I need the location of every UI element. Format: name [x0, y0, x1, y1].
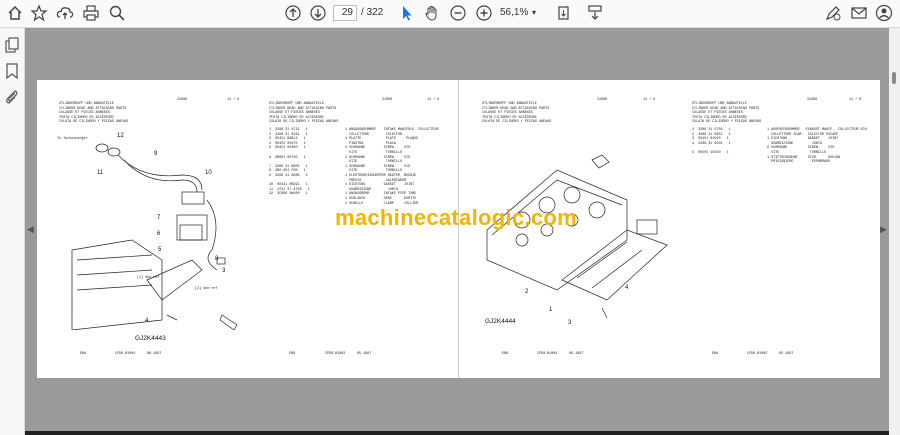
page-up-icon[interactable] [284, 4, 302, 22]
page-down-icon[interactable] [309, 4, 327, 22]
engine-diagram-left [71, 143, 238, 330]
right-header-sheet: 11 / 8 [643, 98, 656, 102]
callout-10: 10 [205, 170, 212, 176]
print-icon[interactable] [82, 4, 100, 22]
zoom-level-select[interactable]: 56,1% ▾ [500, 5, 540, 21]
sign-pen-icon[interactable] [824, 4, 842, 22]
chevron-down-icon: ▾ [532, 8, 537, 17]
thumbnails-icon[interactable] [3, 36, 21, 54]
footer-left-2: CPD0-B1004 [115, 352, 136, 356]
far-right-descriptions: 1 AUSPUFFKRUMMER EXHAUST MANIF. COLLECTE… [767, 128, 867, 165]
bookmarks-icon[interactable] [3, 62, 21, 80]
footer-right-1: ENG [502, 352, 509, 356]
far-right-header-sheet: 11 / 8 [849, 98, 862, 102]
center-title-block: ZYLINDERKOPF UND ANBAUTEILE CYLINDER HEAD… [269, 102, 339, 125]
callout-8: 8 [215, 256, 219, 262]
footer-left-1: ENG [80, 352, 87, 356]
right-header-code: 31080 [597, 98, 608, 102]
footer-center-2: CPD0-B1002 [325, 352, 346, 356]
watermark-text: machinecatalogic.com [335, 205, 577, 230]
page-separator: / [361, 7, 364, 18]
hand-tool-icon[interactable] [423, 4, 441, 22]
home-icon[interactable] [6, 4, 24, 22]
account-avatar-icon[interactable] [875, 4, 893, 22]
far-right-header-code: 31080 [807, 98, 818, 102]
center-parts-list: 1 3286 31 6721 12 3286 31 6181 13 0X451 … [269, 128, 310, 197]
callout-9: 9 [154, 151, 158, 157]
engine-diagram-right [486, 154, 668, 319]
far-right-title-block: ZYLINDERKOPF UND ANBAUTEILE CYLINDER HEAD… [692, 102, 762, 125]
callout-5: 5 [158, 247, 162, 253]
zoom-value: 56,1% [500, 7, 529, 18]
page-title-block: ZYLINDERKOPF UND ANBAUTEILE CYLINDER HEAD… [59, 102, 129, 125]
left-header-code: 31080 [177, 98, 188, 102]
far-right-parts-list: 1 3286 31 5750 12 3286 31 5851 13 0X451 … [692, 128, 731, 155]
callout-2: 2 [525, 289, 529, 295]
top-toolbar: 29 / 322 56,1% ▾ [0, 0, 900, 28]
search-zoom-icon[interactable] [108, 4, 126, 22]
footer-center-1: ENG [289, 352, 296, 356]
page-total: / 322 [361, 7, 383, 18]
page-view-icon[interactable] [555, 4, 573, 22]
callout-11: 11 [97, 170, 104, 176]
callout-12: 12 [117, 133, 124, 139]
zoom-out-icon[interactable] [449, 4, 467, 22]
callout-3-right: 3 [568, 320, 572, 326]
upload-cloud-icon[interactable] [56, 4, 74, 22]
vertical-scrollbar[interactable] [889, 28, 900, 435]
select-cursor-icon[interactable] [398, 4, 416, 22]
footer-right-3: 08-1987 [569, 352, 584, 356]
callout-4-right: 4 [625, 285, 629, 291]
attachments-paperclip-icon[interactable] [3, 88, 21, 106]
zoom-in-icon[interactable] [475, 4, 493, 22]
footer-far-right-2: CPD0-B1002 [747, 352, 768, 356]
callout-4: 4 [145, 318, 149, 324]
bottom-bar [25, 431, 889, 435]
footer-far-right-3: 05-1987 [779, 352, 794, 356]
callout-7: 7 [157, 215, 161, 221]
footer-center-3: 05-1987 [357, 352, 372, 356]
email-icon[interactable] [850, 4, 868, 22]
collapse-right-arrow-icon[interactable]: ▶ [880, 224, 887, 235]
bookmark-star-icon[interactable] [30, 4, 48, 22]
callout-3: 3 [222, 268, 226, 274]
callout-6: 6 [157, 231, 161, 237]
diagram-id-left: GJ2K4443 [135, 335, 166, 342]
collapse-left-arrow-icon[interactable]: ◀ [27, 224, 34, 235]
footer-far-right-1: ENG [712, 352, 719, 356]
center-header-sheet: 11 / 8 [427, 98, 440, 102]
total-pages: 322 [366, 7, 384, 18]
left-sidebar [0, 28, 25, 435]
page-number-input[interactable]: 29 [333, 5, 357, 21]
footer-left-3: 08-1987 [147, 352, 162, 356]
callout-1: 1 [549, 307, 553, 313]
left-header-sheet: 11 / 8 [227, 98, 240, 102]
scroll-mode-icon[interactable] [586, 4, 604, 22]
center-header-code: 31080 [382, 98, 393, 102]
footer-right-2: CPD0-B1004 [537, 352, 558, 356]
scrollbar-thumb[interactable] [892, 72, 896, 84]
diagram-id-right: GJ2K4444 [485, 318, 516, 325]
right-title-block: ZYLINDERKOPF UND ANBAUTEILE CYLINDER HEAD… [482, 102, 552, 125]
center-descriptions: 1 ANSAUGKRUMMER INTAKE MANIFOLD COLLECTE… [345, 128, 439, 206]
